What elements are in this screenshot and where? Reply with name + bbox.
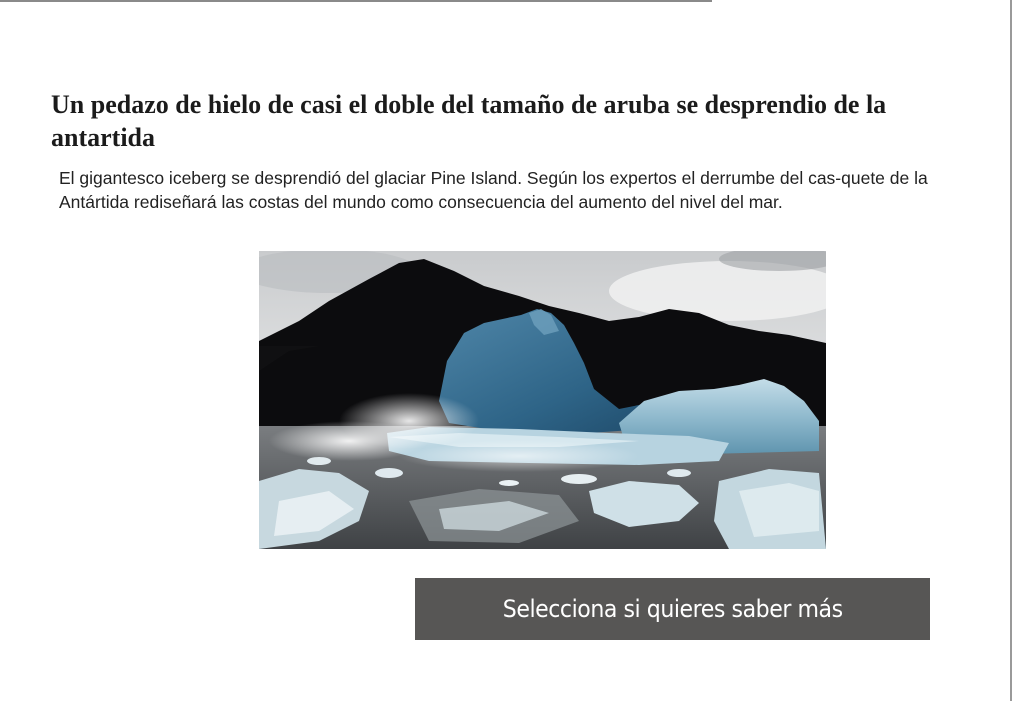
page: Un pedazo de hielo de casi el doble del … [0, 0, 1013, 701]
learn-more-label: Selecciona si quieres saber más [502, 595, 843, 623]
learn-more-button[interactable]: Selecciona si quieres saber más [415, 578, 930, 640]
article-summary: El gigantesco iceberg se desprendió del … [59, 168, 928, 212]
article-headline: Un pedazo de hielo de casi el doble del … [51, 90, 887, 152]
top-divider [0, 0, 712, 2]
right-border [1010, 0, 1012, 701]
iceberg-photo [259, 251, 826, 549]
